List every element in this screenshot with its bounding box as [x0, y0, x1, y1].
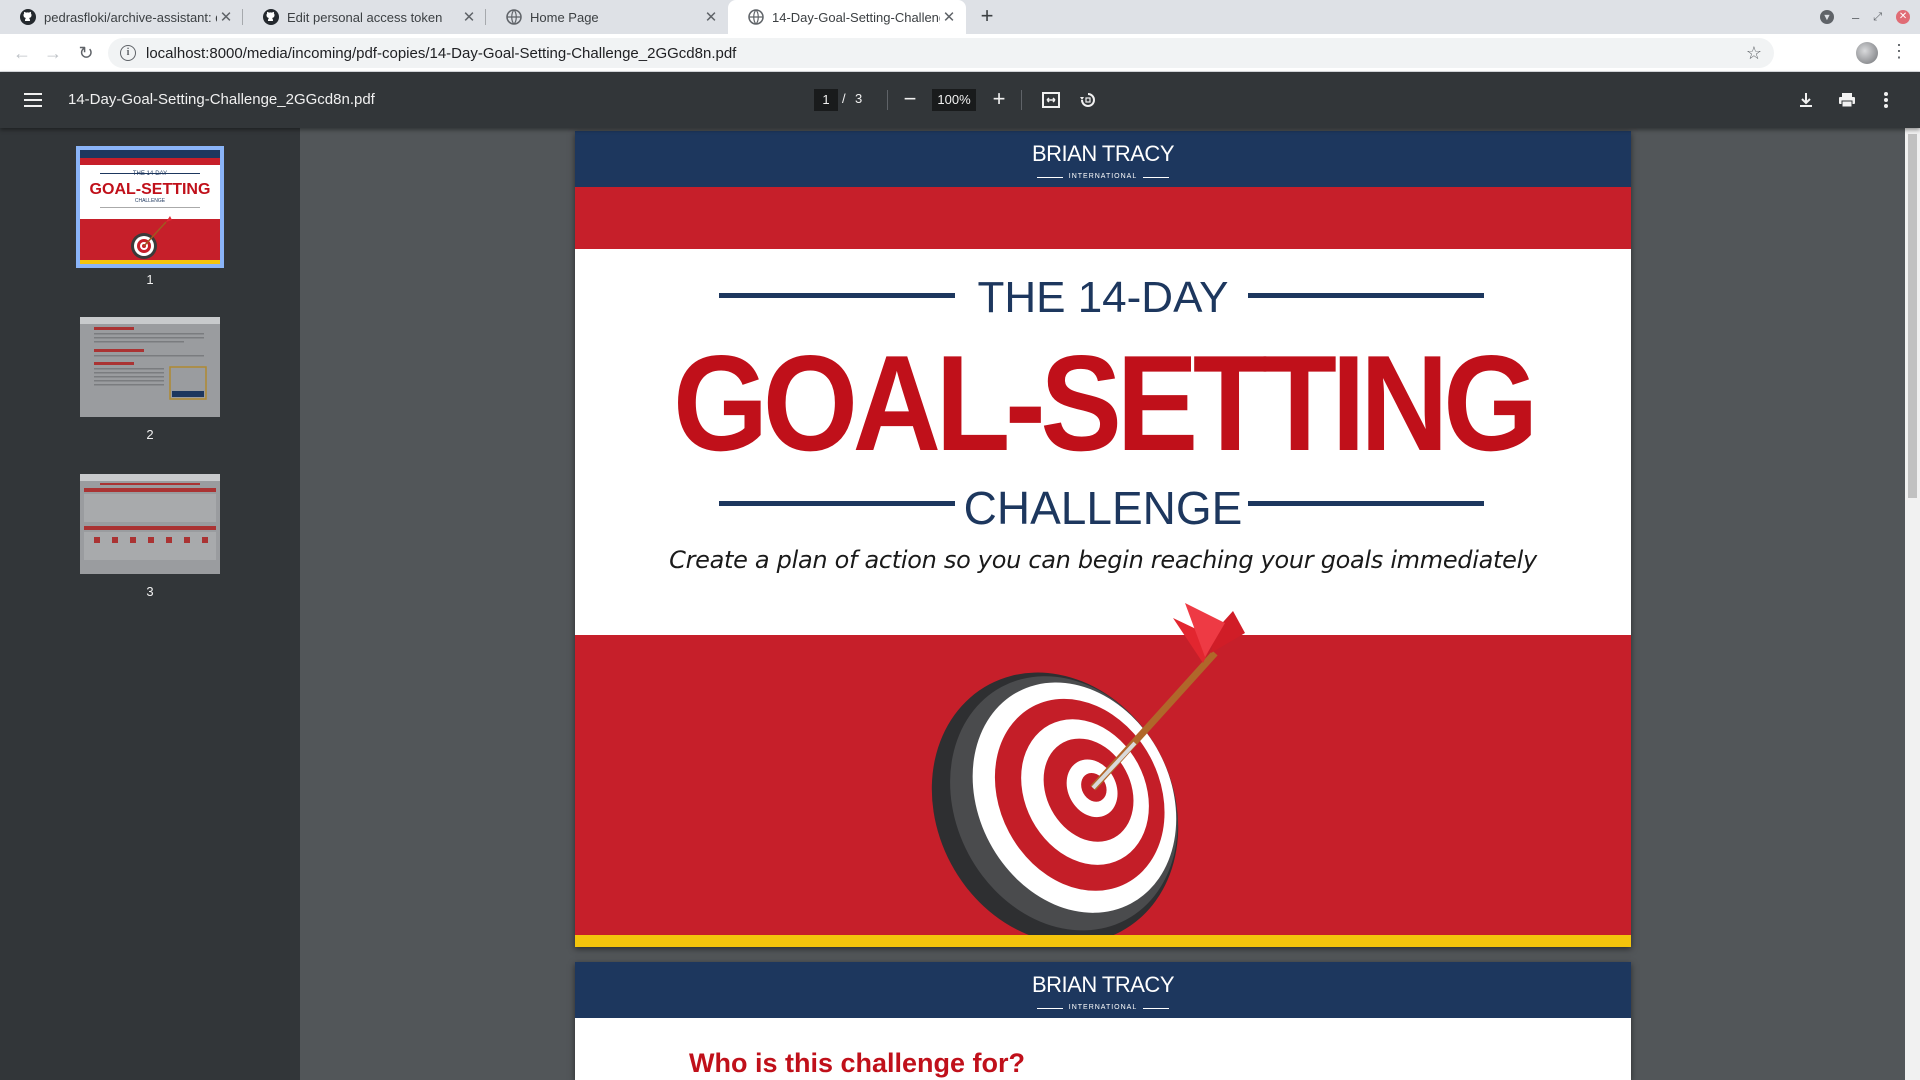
top-red-band — [575, 187, 1631, 249]
zoom-level-input[interactable]: 100% — [932, 89, 976, 111]
sidebar-menu-icon[interactable] — [24, 90, 42, 110]
globe-icon — [748, 9, 764, 25]
thumbnail-label: 2 — [146, 427, 154, 442]
github-icon — [263, 9, 279, 25]
browser-toolbar: ← → ↻ i localhost:8000/media/incoming/pd… — [0, 34, 1920, 72]
pdf-toolbar: 14-Day-Goal-Setting-Challenge_2GGcd8n.pd… — [0, 72, 1920, 128]
page-header-band: BRIAN TRACY INTERNATIONAL — [575, 131, 1631, 187]
brand-name: BRIAN TRACY — [1031, 972, 1175, 997]
profile-avatar[interactable] — [1856, 42, 1878, 64]
forward-button[interactable]: → — [41, 41, 65, 65]
back-button[interactable]: ← — [10, 41, 34, 65]
page-number-input[interactable]: 1 — [814, 89, 838, 111]
brand-subtitle: INTERNATIONAL — [1036, 1004, 1169, 1011]
brand-logo: BRIAN TRACY INTERNATIONAL — [575, 974, 1631, 1014]
page-1-preview: THE 14-DAY GOAL-SETTING CHALLENGE — [80, 150, 220, 264]
title-main: GOAL-SETTING — [673, 327, 1538, 479]
tab-search-icon[interactable]: ▼ — [1820, 10, 1834, 24]
tab-home-page[interactable]: Home Page ✕ — [486, 0, 728, 34]
tab-title: 14-Day-Goal-Setting-Challenge — [772, 9, 940, 25]
toolbar-divider — [1021, 90, 1022, 110]
close-tab-icon[interactable]: ✕ — [217, 8, 235, 26]
dart-target-illustration — [931, 603, 1245, 944]
zoom-in-button[interactable]: + — [987, 87, 1011, 111]
restore-icon[interactable]: ⤢ — [1873, 11, 1882, 24]
tab-archive-assistant[interactable]: pedrasfloki/archive-assistant: d ✕ — [0, 0, 243, 34]
tab-title: Home Page — [530, 9, 599, 25]
address-bar[interactable]: i localhost:8000/media/incoming/pdf-copi… — [108, 38, 1774, 68]
svg-text:GOAL-SETTING: GOAL-SETTING — [90, 181, 211, 198]
pdf-page-1: BRIAN TRACY INTERNATIONAL THE 14-DAY GOA… — [575, 131, 1631, 947]
tab-title: pedrasfloki/archive-assistant: d — [44, 9, 217, 25]
tab-edit-token[interactable]: Edit personal access token ✕ — [243, 0, 486, 34]
close-tab-icon[interactable]: ✕ — [940, 8, 958, 26]
tab-title: Edit personal access token — [287, 9, 443, 25]
total-pages: 3 — [855, 91, 863, 106]
title-top: THE 14-DAY — [977, 273, 1229, 322]
page-header-band: BRIAN TRACY INTERNATIONAL — [575, 962, 1631, 1018]
brand-logo: BRIAN TRACY INTERNATIONAL — [575, 143, 1631, 183]
pdf-page-2: BRIAN TRACY INTERNATIONAL Who is this ch… — [575, 962, 1631, 1080]
tagline: Create a plan of action so you can begin… — [669, 546, 1537, 574]
window-controls: ▼ – ⤢ ✕ — [1820, 0, 1911, 34]
download-icon[interactable] — [1795, 89, 1817, 111]
rotate-icon[interactable] — [1077, 89, 1099, 111]
reload-button[interactable]: ↻ — [74, 41, 98, 65]
brand-subtitle: INTERNATIONAL — [1036, 173, 1169, 180]
page-3-preview — [80, 474, 220, 574]
thumbnail-label: 1 — [146, 272, 154, 287]
tab-goal-setting-pdf[interactable]: 14-Day-Goal-Setting-Challenge ✕ — [728, 0, 966, 34]
minimize-icon[interactable]: – — [1852, 10, 1859, 25]
svg-text:CHALLENGE: CHALLENGE — [135, 198, 166, 204]
url-text[interactable]: localhost:8000/media/incoming/pdf-copies… — [146, 45, 736, 62]
github-icon — [20, 9, 36, 25]
page-separator: / — [842, 91, 846, 106]
more-options-icon[interactable] — [1875, 89, 1897, 111]
scrollbar-thumb[interactable] — [1908, 134, 1917, 498]
section-heading: Who is this challenge for? — [689, 1048, 1026, 1078]
print-icon[interactable] — [1836, 89, 1858, 111]
bookmark-star-icon[interactable]: ☆ — [1746, 43, 1762, 64]
page-thumbnail-2[interactable] — [80, 317, 220, 417]
title-bottom: CHALLENGE — [963, 482, 1243, 534]
yellow-stripe — [575, 935, 1631, 947]
zoom-out-button[interactable]: − — [898, 87, 922, 111]
brand-name: BRIAN TRACY — [1031, 141, 1175, 166]
thumbnail-sidebar: THE 14-DAY GOAL-SETTING CHALLENGE 1 2 3 — [0, 128, 300, 1080]
new-tab-button[interactable]: + — [975, 5, 999, 29]
page-2-preview — [80, 317, 220, 417]
pdf-filename: 14-Day-Goal-Setting-Challenge_2GGcd8n.pd… — [68, 91, 375, 108]
thumbnail-label: 3 — [146, 584, 154, 599]
toolbar-divider — [887, 90, 888, 110]
page-thumbnail-3[interactable] — [80, 474, 220, 574]
tab-strip: pedrasfloki/archive-assistant: d ✕ Edit … — [0, 0, 1920, 34]
fit-to-page-icon[interactable] — [1040, 89, 1062, 111]
browser-menu-icon[interactable]: ⋮ — [1890, 41, 1908, 62]
svg-text:THE 14-DAY: THE 14-DAY — [133, 171, 167, 177]
document-scrollbar[interactable] — [1905, 128, 1920, 1080]
close-window-icon[interactable]: ✕ — [1896, 10, 1911, 24]
close-tab-icon[interactable]: ✕ — [702, 8, 720, 26]
site-info-icon[interactable]: i — [120, 45, 136, 61]
globe-icon — [506, 9, 522, 25]
close-tab-icon[interactable]: ✕ — [460, 8, 478, 26]
page-thumbnail-1[interactable]: THE 14-DAY GOAL-SETTING CHALLENGE — [76, 146, 224, 268]
